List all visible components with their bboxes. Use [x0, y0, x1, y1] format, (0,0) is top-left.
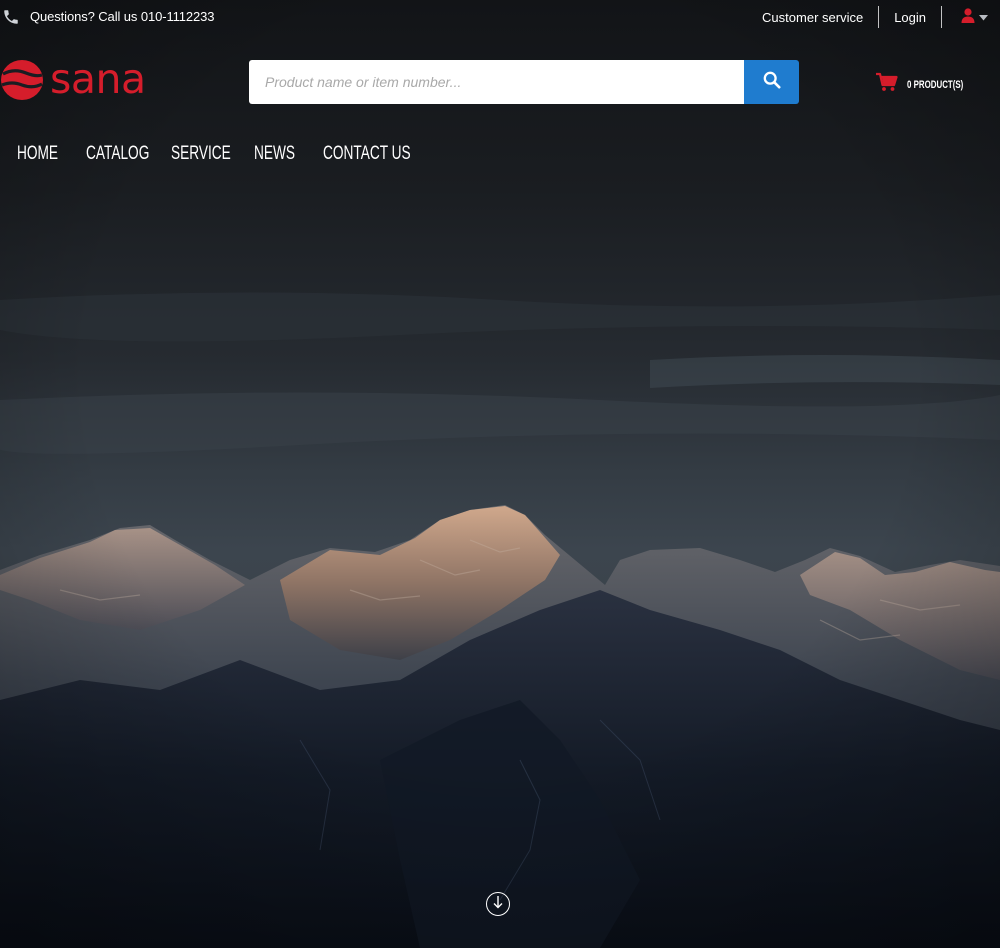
chevron-down-icon	[979, 8, 988, 26]
phone-icon	[2, 8, 20, 26]
arrow-down-circle-icon	[492, 895, 504, 914]
search-button[interactable]	[744, 60, 799, 104]
account-menu-button[interactable]	[942, 7, 988, 28]
contact-question-text: Questions? Call us 010-1112233	[30, 9, 215, 24]
cart-summary[interactable]: 0 PRODUCT(S)	[876, 72, 982, 97]
search-bar	[249, 60, 799, 104]
customer-service-link[interactable]: Customer service	[747, 10, 878, 25]
scroll-down-button[interactable]	[486, 892, 510, 916]
hero-background	[0, 0, 1000, 948]
nav-item-service[interactable]: SERVICE	[171, 143, 231, 165]
logo-text: sana	[50, 55, 146, 103]
search-input[interactable]	[249, 60, 744, 104]
sana-logo-mark-icon	[0, 58, 44, 107]
user-icon	[960, 7, 976, 28]
search-icon	[763, 71, 781, 94]
nav-item-home[interactable]: HOME	[17, 143, 58, 165]
cart-icon	[876, 72, 898, 97]
cart-count-label: 0 PRODUCT(S)	[907, 78, 964, 91]
nav-item-contact-us[interactable]: CONTACT US	[323, 143, 411, 165]
top-links: Customer service Login	[747, 6, 988, 28]
nav-item-catalog[interactable]: CATALOG	[86, 143, 149, 165]
logo[interactable]: sana	[0, 58, 146, 107]
nav-item-news[interactable]: NEWS	[254, 143, 295, 165]
top-bar: Questions? Call us 010-1112233 Customer …	[0, 0, 1000, 34]
login-link[interactable]: Login	[879, 10, 941, 25]
